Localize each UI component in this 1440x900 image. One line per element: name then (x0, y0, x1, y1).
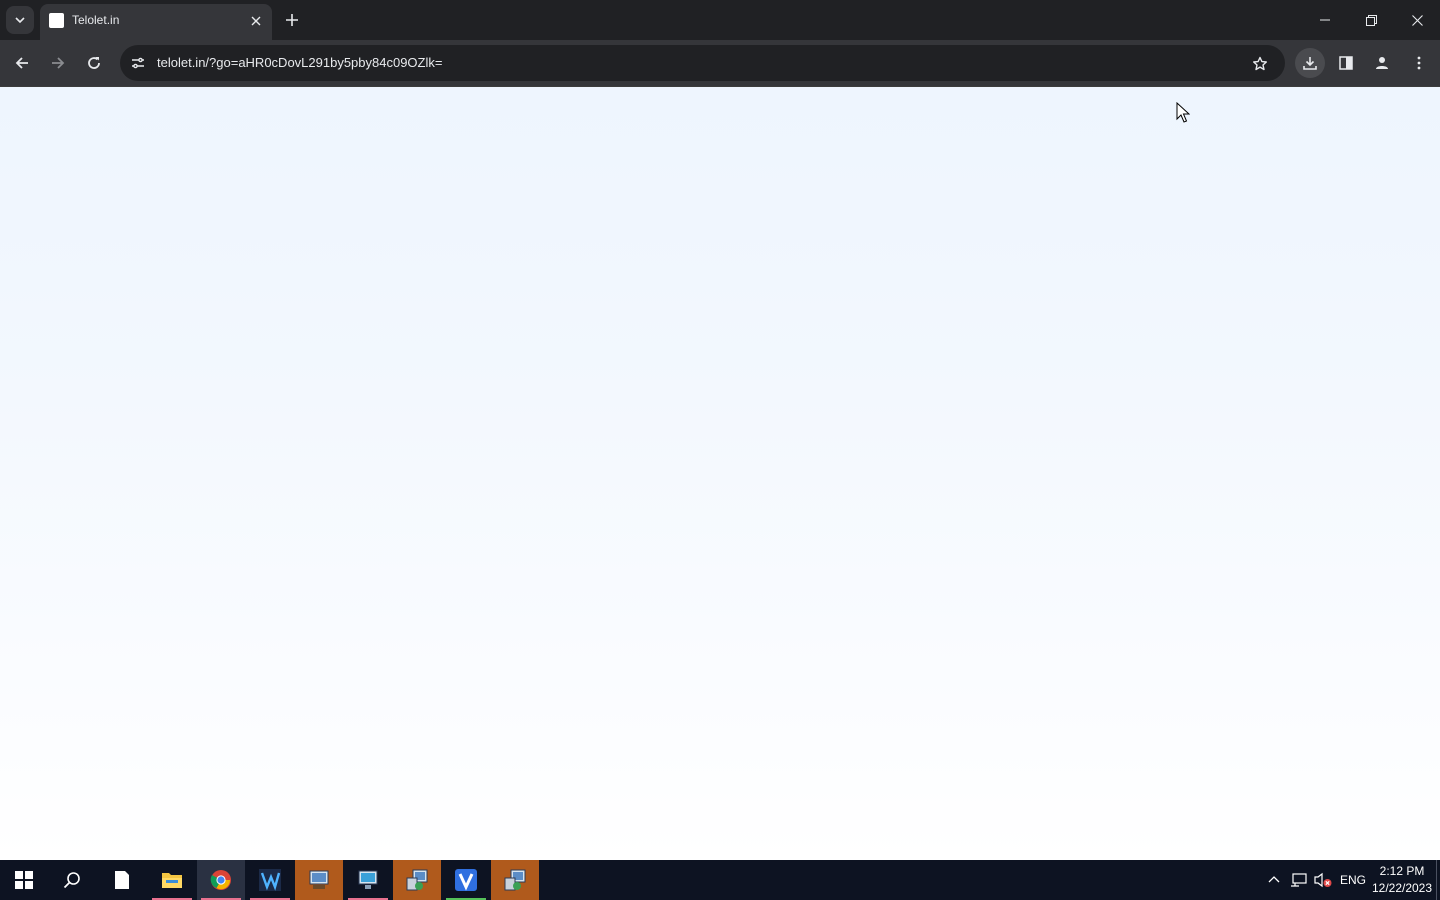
document-icon (115, 871, 129, 889)
close-icon (1411, 14, 1423, 26)
profile-button[interactable] (1367, 48, 1397, 78)
browser-tab-active[interactable]: Telolet.in (40, 4, 272, 40)
taskbar-app-vs[interactable] (246, 860, 294, 900)
taskbar-remote-app[interactable] (344, 860, 392, 900)
app-blue-icon (259, 869, 281, 891)
mouse-cursor-icon (1176, 102, 1190, 123)
windows-taskbar: ENG 2:12 PM 12/22/2023 (0, 860, 1440, 900)
taskbar-file-explorer[interactable] (148, 860, 196, 900)
volume-muted-icon (1314, 872, 1332, 888)
taskbar-v-app[interactable] (442, 860, 490, 900)
reload-icon (88, 57, 100, 69)
arrow-left-icon (15, 57, 28, 69)
side-panel-button[interactable] (1331, 48, 1361, 78)
tune-icon (132, 57, 144, 69)
tab-search-button[interactable] (6, 6, 34, 34)
clock-time: 2:12 PM (1379, 864, 1425, 878)
network-icon (1291, 873, 1307, 887)
address-bar[interactable]: telolet.in/?go=aHR0cDovL291by5pby84c09OZ… (120, 45, 1285, 81)
address-bar-url: telolet.in/?go=aHR0cDovL291by5pby84c09OZ… (157, 55, 443, 70)
tab-favicon-icon (49, 13, 64, 28)
forward-button[interactable] (43, 48, 73, 78)
volume-tray-button[interactable] (1312, 868, 1334, 892)
tab-title: Telolet.in (72, 13, 120, 27)
show-desktop-button[interactable] (1436, 860, 1440, 900)
chevron-down-icon (15, 17, 25, 24)
search-icon (63, 872, 80, 889)
installer-icon (309, 870, 329, 889)
bookmark-button[interactable] (1246, 50, 1274, 78)
minimize-window-button[interactable] (1302, 0, 1348, 40)
taskbar-clock[interactable]: 2:12 PM 12/22/2023 (1368, 863, 1436, 897)
back-button[interactable] (7, 48, 37, 78)
tab-close-button[interactable] (246, 11, 266, 31)
clock-date: 12/22/2023 (1371, 881, 1433, 895)
arrow-right-icon (52, 57, 65, 69)
chevron-up-icon (1268, 876, 1280, 883)
chrome-icon (210, 870, 231, 890)
minimize-icon (1320, 19, 1330, 21)
show-hidden-icons-button[interactable] (1264, 868, 1284, 892)
browser-menu-button[interactable] (1404, 48, 1434, 78)
folder-icon (162, 873, 182, 888)
site-info-button[interactable] (124, 49, 152, 77)
downloads-button[interactable] (1295, 48, 1325, 78)
close-window-button[interactable] (1394, 0, 1440, 40)
taskbar-installer-2[interactable] (393, 860, 441, 900)
new-tab-button[interactable] (280, 8, 304, 32)
restore-icon (1365, 14, 1377, 26)
reload-button[interactable] (79, 48, 109, 78)
person-icon (1376, 57, 1388, 69)
restore-window-button[interactable] (1348, 0, 1394, 40)
language-indicator[interactable]: ENG (1338, 868, 1368, 892)
v-app-icon (455, 869, 477, 891)
taskbar-installer-1[interactable] (295, 860, 343, 900)
taskbar-installer-3[interactable] (491, 860, 539, 900)
page-content (0, 87, 1440, 860)
plus-icon (286, 14, 298, 26)
computer-icon (358, 870, 378, 889)
browser-toolbar: telolet.in/?go=aHR0cDovL291by5pby84c09OZ… (0, 40, 1440, 87)
close-icon (251, 16, 261, 26)
network-tray-button[interactable] (1288, 868, 1310, 892)
setup-icon (504, 869, 526, 891)
star-icon (1253, 56, 1267, 71)
browser-tab-strip: Telolet.in (0, 0, 1440, 40)
taskbar-notepad[interactable] (98, 860, 146, 900)
setup-icon (406, 869, 428, 891)
windows-logo-icon (15, 871, 33, 889)
taskbar-chrome[interactable] (197, 860, 245, 900)
more-vert-icon (1417, 56, 1421, 70)
taskbar-search-button[interactable] (48, 860, 96, 900)
start-button[interactable] (0, 860, 48, 900)
side-panel-icon (1339, 56, 1353, 70)
download-icon (1303, 57, 1317, 70)
